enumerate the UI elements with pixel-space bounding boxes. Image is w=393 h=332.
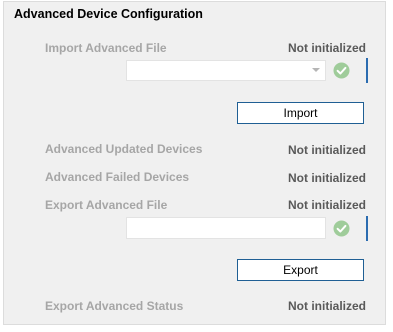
- import-file-focus-bar: [366, 58, 368, 83]
- export-file-label: Export Advanced File: [45, 198, 168, 212]
- failed-devices-label: Advanced Failed Devices: [45, 170, 190, 184]
- export-file-status: Not initialized: [288, 198, 366, 212]
- check-circle-icon: [333, 62, 350, 79]
- chevron-down-icon[interactable]: [312, 68, 320, 72]
- import-file-label: Import Advanced File: [45, 41, 167, 55]
- failed-devices-status: Not initialized: [288, 171, 366, 185]
- export-button[interactable]: Export: [237, 259, 364, 281]
- import-file-status: Not initialized: [288, 41, 366, 55]
- export-file-input[interactable]: [126, 217, 326, 239]
- updated-devices-status: Not initialized: [288, 143, 366, 157]
- export-status-label: Export Advanced Status: [45, 299, 184, 313]
- import-file-dropdown[interactable]: [126, 60, 326, 81]
- export-status-value: Not initialized: [288, 299, 366, 313]
- section-title: Advanced Device Configuration: [14, 7, 203, 21]
- import-button[interactable]: Import: [237, 102, 364, 124]
- check-circle-icon: [333, 220, 350, 237]
- updated-devices-label: Advanced Updated Devices: [45, 142, 203, 156]
- advanced-device-configuration-panel: Advanced Device Configuration Import Adv…: [3, 1, 386, 325]
- export-file-focus-bar: [366, 216, 368, 241]
